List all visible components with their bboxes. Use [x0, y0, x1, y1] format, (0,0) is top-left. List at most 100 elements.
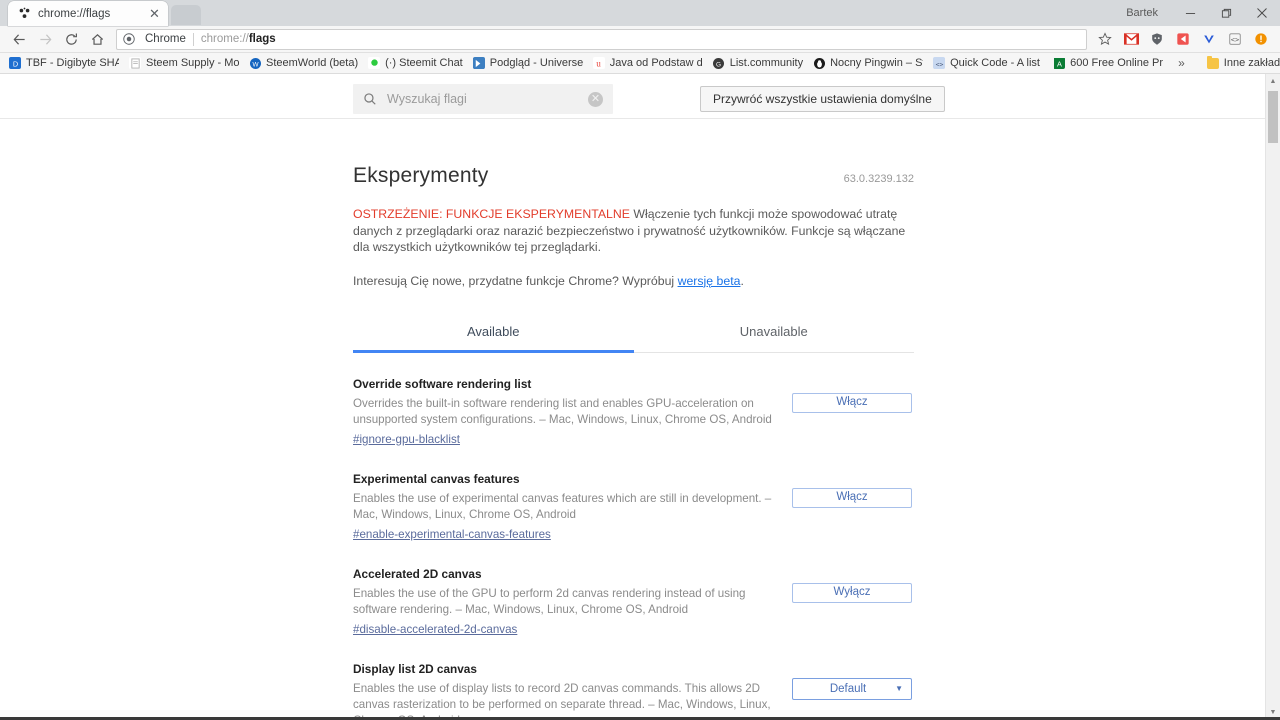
search-input[interactable] [387, 92, 588, 106]
bookmark-label: (·) Steemit Chat [385, 57, 463, 69]
reset-all-defaults-button[interactable]: Przywróć wszystkie ustawienia domyślne [700, 86, 945, 112]
title-row: Eksperymenty 63.0.3239.132 [353, 164, 914, 188]
flag-anchor-link[interactable]: #disable-accelerated-2d-canvas [353, 623, 517, 636]
tab-close-icon[interactable]: ✕ [147, 6, 162, 21]
bookmark-item[interactable]: A 600 Free Online Prog [1048, 54, 1168, 73]
flag-toggle-button[interactable]: Wyłącz [792, 582, 912, 603]
bookmark-item[interactable]: D TBF - Digibyte SHA25 [4, 54, 124, 73]
forward-icon[interactable] [32, 26, 58, 52]
flag-text: Accelerated 2D canvas Enables the use of… [353, 567, 790, 638]
scrollbar-track[interactable] [1266, 89, 1280, 705]
bookmark-item[interactable]: Steem Supply - Mon [124, 54, 244, 73]
search-icon [363, 92, 377, 106]
flag-text: Override software rendering list Overrid… [353, 377, 790, 448]
shield-extension-icon[interactable] [1146, 28, 1168, 50]
bookmark-label: Quick Code - A list of [950, 57, 1044, 69]
folder-icon [1206, 55, 1219, 69]
chrome-page-icon [123, 33, 135, 45]
flag-select-dropdown[interactable]: Default ▼ [792, 677, 912, 700]
reload-icon[interactable] [58, 26, 84, 52]
scrollbar-thumb[interactable] [1268, 91, 1278, 143]
page-scrollbar[interactable]: ▲ ▼ [1265, 74, 1280, 720]
flag-row: Accelerated 2D canvas Enables the use of… [353, 543, 914, 638]
experimental-warning: OSTRZEŻENIE: FUNKCJE EKSPERYMENTALNE Włą… [353, 206, 914, 256]
flag-row: Override software rendering list Overrid… [353, 353, 914, 448]
alert-extension-icon[interactable] [1250, 28, 1272, 50]
flag-description: Enables the use of experimental canvas f… [353, 491, 772, 522]
page-content: ✕ Przywróć wszystkie ustawienia domyślne… [0, 74, 1265, 720]
bookmark-label: SteemWorld (beta) [266, 57, 359, 69]
bookmark-item[interactable]: Nocny Pingwin – Stro [808, 54, 928, 73]
flag-toggle-button[interactable]: Włącz [792, 392, 912, 413]
bookmark-favicon [368, 57, 381, 69]
clear-search-icon[interactable]: ✕ [588, 91, 603, 107]
bookmark-star-icon[interactable] [1094, 28, 1116, 50]
beta-promo-line: Interesują Cię nowe, przydatne funkcje C… [353, 274, 914, 288]
flag-name: Override software rendering list [353, 376, 532, 391]
profile-name[interactable]: Bartek [1126, 7, 1158, 19]
bookmark-favicon: D [9, 57, 21, 69]
other-bookmarks-folder[interactable]: Inne zakładki [1201, 55, 1280, 69]
flags-content: Eksperymenty 63.0.3239.132 OSTRZEŻENIE: … [0, 164, 914, 720]
gmail-extension-icon[interactable] [1120, 28, 1142, 50]
bookmark-item[interactable]: u Java od Podstaw do [588, 54, 708, 73]
bookmark-item[interactable]: G List.community [708, 54, 808, 73]
omnibox-chip-label: Chrome [145, 33, 186, 45]
browser-window: chrome://flags ✕ Bartek Chrome chrome://… [0, 0, 1280, 720]
bookmark-favicon: u [592, 57, 605, 69]
bookmark-label: List.community [729, 57, 804, 69]
beta-link[interactable]: wersję beta [678, 274, 741, 288]
flag-row: Experimental canvas features Enables the… [353, 448, 914, 543]
bookmark-favicon [472, 57, 485, 69]
bookmark-item[interactable]: (·) Steemit Chat [363, 54, 468, 73]
version-label: 63.0.3239.132 [843, 173, 914, 185]
bookmark-item[interactable]: W SteemWorld (beta) [244, 54, 363, 73]
bookmark-label: Java od Podstaw do [609, 57, 703, 69]
browser-toolbar: Chrome chrome://flags <> [0, 26, 1280, 53]
bookmark-favicon: W [249, 57, 261, 69]
flag-name: Experimental canvas features [353, 471, 520, 486]
bookmark-label: Steem Supply - Mon [146, 57, 239, 69]
vimeo-extension-icon[interactable] [1198, 28, 1220, 50]
maximize-button[interactable] [1208, 0, 1244, 26]
flag-anchor-link[interactable]: #ignore-gpu-blacklist [353, 433, 460, 446]
flag-control: Włącz [790, 377, 914, 448]
flags-content-inner: Eksperymenty 63.0.3239.132 OSTRZEŻENIE: … [353, 164, 914, 720]
pocket-extension-icon[interactable] [1172, 28, 1194, 50]
back-icon[interactable] [6, 26, 32, 52]
bookmark-favicon: <> [933, 57, 946, 69]
code-extension-icon[interactable]: <> [1224, 28, 1246, 50]
home-icon[interactable] [84, 26, 110, 52]
bookmark-label: Podgląd - Universe 1 [489, 57, 583, 69]
scroll-up-icon[interactable]: ▲ [1266, 74, 1280, 89]
flag-anchor-link[interactable]: #enable-experimental-canvas-features [353, 528, 551, 541]
bookmark-favicon [129, 57, 141, 69]
minimize-button[interactable] [1172, 0, 1208, 26]
flags-header-bar: ✕ Przywróć wszystkie ustawienia domyślne [0, 74, 1265, 119]
beta-suffix: . [740, 273, 744, 288]
radiation-hazard-icon [17, 7, 31, 21]
flag-control: Włącz [790, 472, 914, 543]
bookmarks-bar: D TBF - Digibyte SHA25 Steem Supply - Mo… [0, 53, 1280, 74]
bookmarks-overflow-button[interactable]: » [1172, 56, 1191, 70]
svg-text:<>: <> [1231, 36, 1239, 44]
bookmark-item[interactable]: Podgląd - Universe 1 [468, 54, 588, 73]
flag-toggle-button[interactable]: Włącz [792, 487, 912, 508]
beta-prefix: Interesują Cię nowe, przydatne funkcje C… [353, 273, 678, 288]
chevron-down-icon: ▼ [895, 684, 903, 693]
search-box[interactable]: ✕ [353, 84, 613, 114]
browser-tab-flags[interactable]: chrome://flags ✕ [8, 1, 168, 26]
new-tab-button[interactable] [171, 5, 201, 25]
tab-available[interactable]: Available [353, 324, 634, 353]
bookmark-item[interactable]: <> Quick Code - A list of [928, 54, 1048, 73]
close-window-button[interactable] [1244, 0, 1280, 26]
tab-unavailable[interactable]: Unavailable [634, 324, 915, 352]
bookmark-label: Nocny Pingwin – Stro [830, 57, 923, 69]
bookmark-label: 600 Free Online Prog [1070, 57, 1164, 69]
flag-text: Experimental canvas features Enables the… [353, 472, 790, 543]
svg-text:u: u [596, 58, 601, 68]
omnibox-url: chrome://flags [200, 33, 276, 45]
address-bar[interactable]: Chrome chrome://flags [116, 28, 1087, 50]
bookmark-favicon: G [713, 57, 725, 69]
svg-text:W: W [252, 61, 259, 68]
